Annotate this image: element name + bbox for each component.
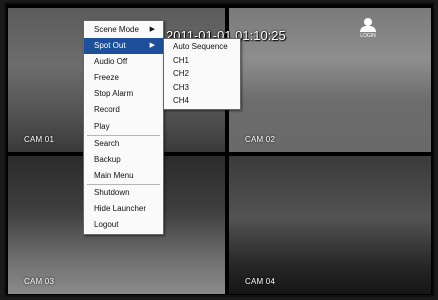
submenu-item-ch1[interactable]: CH1	[164, 54, 240, 68]
menu-item-backup[interactable]: Backup	[84, 152, 163, 168]
submenu-item-ch4[interactable]: CH4	[164, 94, 240, 108]
spot-out-submenu: Auto Sequence CH1 CH2 CH3 CH4	[163, 38, 241, 110]
menu-item-label: Scene Mode	[94, 25, 139, 34]
user-login-label: LOGIN	[360, 33, 376, 39]
submenu-item-ch3[interactable]: CH3	[164, 81, 240, 95]
camera-label-4: CAM 04	[245, 277, 276, 286]
camera-label-2: CAM 02	[245, 135, 276, 144]
menu-item-search[interactable]: Search	[84, 136, 163, 152]
menu-item-hide-launcher[interactable]: Hide Launcher	[84, 201, 163, 217]
menu-item-record[interactable]: Record	[84, 102, 163, 118]
menu-item-freeze[interactable]: Freeze	[84, 70, 163, 86]
menu-item-play[interactable]: Play	[84, 119, 163, 135]
menu-item-scene-mode[interactable]: Scene Mode ▶	[84, 22, 163, 38]
camera-view-4[interactable]: CAM 04	[229, 156, 431, 294]
menu-item-audio-off[interactable]: Audio Off	[84, 54, 163, 70]
user-login-icon[interactable]: LOGIN	[358, 18, 378, 42]
menu-item-logout[interactable]: Logout	[84, 217, 163, 233]
user-head-shape	[364, 18, 372, 26]
submenu-item-auto-sequence[interactable]: Auto Sequence	[164, 40, 240, 54]
menu-item-main-menu[interactable]: Main Menu	[84, 168, 163, 184]
camera-label-1: CAM 01	[24, 135, 55, 144]
menu-item-label: Spot Out	[94, 41, 126, 51]
context-menu: Scene Mode ▶ Spot Out ▶ Audio Off Freeze S…	[83, 20, 164, 236]
camera-label-3: CAM 03	[24, 277, 55, 286]
submenu-item-ch2[interactable]: CH2	[164, 67, 240, 81]
submenu-arrow-icon: ▶	[149, 42, 155, 50]
menu-item-shutdown[interactable]: Shutdown	[84, 185, 163, 201]
submenu-arrow-icon: ▶	[149, 26, 155, 33]
menu-item-spot-out[interactable]: Spot Out ▶	[84, 38, 163, 55]
user-body-shape	[360, 26, 376, 32]
menu-item-stop-alarm[interactable]: Stop Alarm	[84, 86, 163, 102]
